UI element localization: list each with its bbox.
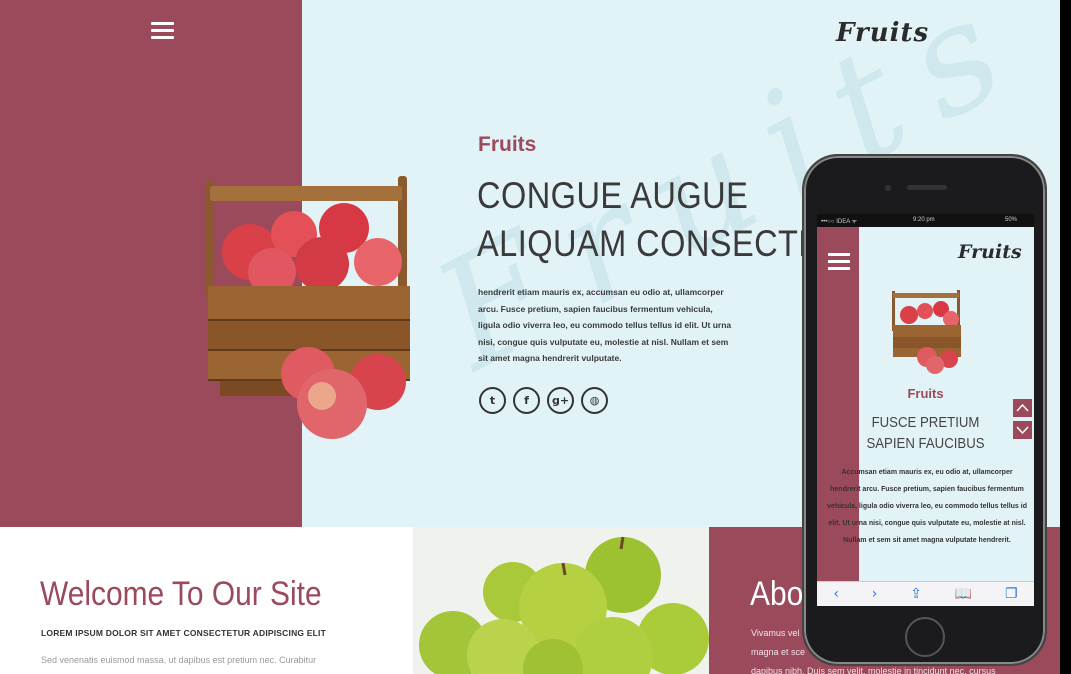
about-line: Vivamus vel: [751, 628, 800, 638]
status-time: 9:20 pm: [913, 217, 935, 223]
mobile-title-line1: FUSCE PRETIUM: [871, 414, 980, 431]
phone-mockup: •••○○ IDEA ᯤ 9:20 pm 50% Fruits Fruits F…: [802, 154, 1047, 666]
scroll-down-icon[interactable]: [1012, 420, 1033, 440]
green-apples-section: [413, 527, 709, 674]
about-line: magna et sce: [751, 647, 806, 657]
phone-speaker: [907, 185, 947, 190]
hero-body: hendrerit etiam mauris ex, accumsan eu o…: [478, 287, 732, 363]
green-apples-image: [419, 536, 709, 674]
phone-home-button[interactable]: [905, 617, 945, 657]
mobile-browser-toolbar: ‹ › ⇪ 📖 ❐: [817, 581, 1034, 606]
twitter-icon[interactable]: t: [479, 387, 506, 414]
apple-basket-image: [206, 176, 410, 439]
mobile-title-line2: SAPIEN FAUCIBUS: [866, 435, 985, 452]
social-links: t f g+ ◍: [479, 387, 608, 414]
mobile-logo[interactable]: Fruits: [958, 241, 1022, 263]
scroll-up-icon[interactable]: [1012, 398, 1033, 418]
about-line: dapibus nibh. Duis sem velit, molestie i…: [751, 666, 996, 674]
mobile-subtitle: Fruits: [907, 386, 944, 401]
welcome-title: Welcome To Our Site: [40, 575, 322, 613]
phone-screen: •••○○ IDEA ᯤ 9:20 pm 50% Fruits Fruits F…: [817, 214, 1034, 606]
hamburger-menu-icon[interactable]: [151, 22, 174, 40]
browser-tabs-icon[interactable]: ❐: [1005, 586, 1018, 602]
welcome-section: Welcome To Our Site LOREM IPSUM DOLOR SI…: [0, 527, 413, 674]
browser-bookmarks-icon[interactable]: 📖: [955, 586, 972, 602]
browser-forward-icon[interactable]: ›: [872, 586, 878, 602]
facebook-icon[interactable]: f: [513, 387, 540, 414]
status-battery: 50%: [1005, 217, 1018, 223]
google-plus-icon[interactable]: g+: [547, 387, 574, 414]
site-logo[interactable]: Fruits: [836, 18, 929, 48]
status-carrier: •••○○ IDEA ᯤ: [821, 219, 858, 225]
mobile-hamburger-menu-icon[interactable]: [828, 253, 850, 270]
browser-share-icon[interactable]: ⇪: [910, 586, 922, 602]
hero-subtitle: Fruits: [478, 133, 537, 156]
dribbble-icon[interactable]: ◍: [581, 387, 608, 414]
mobile-apple-basket-image: [892, 290, 961, 374]
page: Fruits Fruits Fruits CONGUE AUGUE ALIQUA…: [0, 0, 1060, 674]
mobile-body: Accumsan etiam mauris ex, eu odio at, ul…: [827, 469, 1027, 544]
phone-camera: [885, 185, 891, 191]
phone-status-bar: •••○○ IDEA ᯤ 9:20 pm 50%: [817, 214, 1034, 227]
browser-back-icon[interactable]: ‹: [833, 586, 839, 602]
welcome-body: Sed venenatis euismod massa, ut dapibus …: [41, 655, 317, 665]
welcome-subtitle: LOREM IPSUM DOLOR SIT AMET CONSECTETUR A…: [41, 628, 327, 638]
